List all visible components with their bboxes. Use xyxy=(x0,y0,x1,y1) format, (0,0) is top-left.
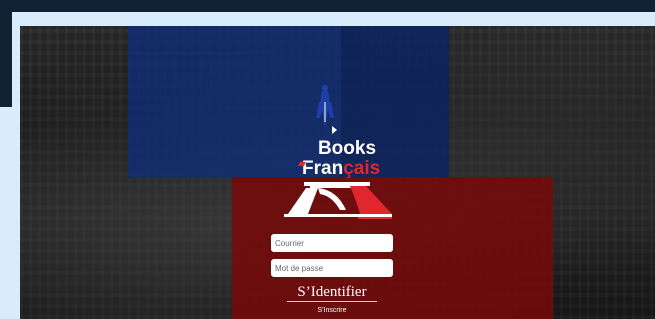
login-button[interactable]: S’Identifier xyxy=(287,283,377,302)
svg-text:Français: Français xyxy=(302,158,380,179)
pen-nib-icon xyxy=(316,85,337,134)
login-background: Books Français S’Identifier S'Inscrire xyxy=(20,26,655,319)
logo-line2-accent: çais xyxy=(343,158,380,179)
email-input[interactable] xyxy=(271,234,393,252)
eiffel-tower-base-icon xyxy=(284,182,392,219)
password-input[interactable] xyxy=(271,259,393,277)
logo-line2-main: Fran xyxy=(302,158,343,179)
register-link[interactable]: S'Inscrire xyxy=(287,305,377,317)
logo-line1: Books xyxy=(318,138,376,159)
books-francais-logo: Books Français xyxy=(284,85,392,219)
left-edge-bar xyxy=(0,12,12,107)
top-bar xyxy=(0,0,655,12)
